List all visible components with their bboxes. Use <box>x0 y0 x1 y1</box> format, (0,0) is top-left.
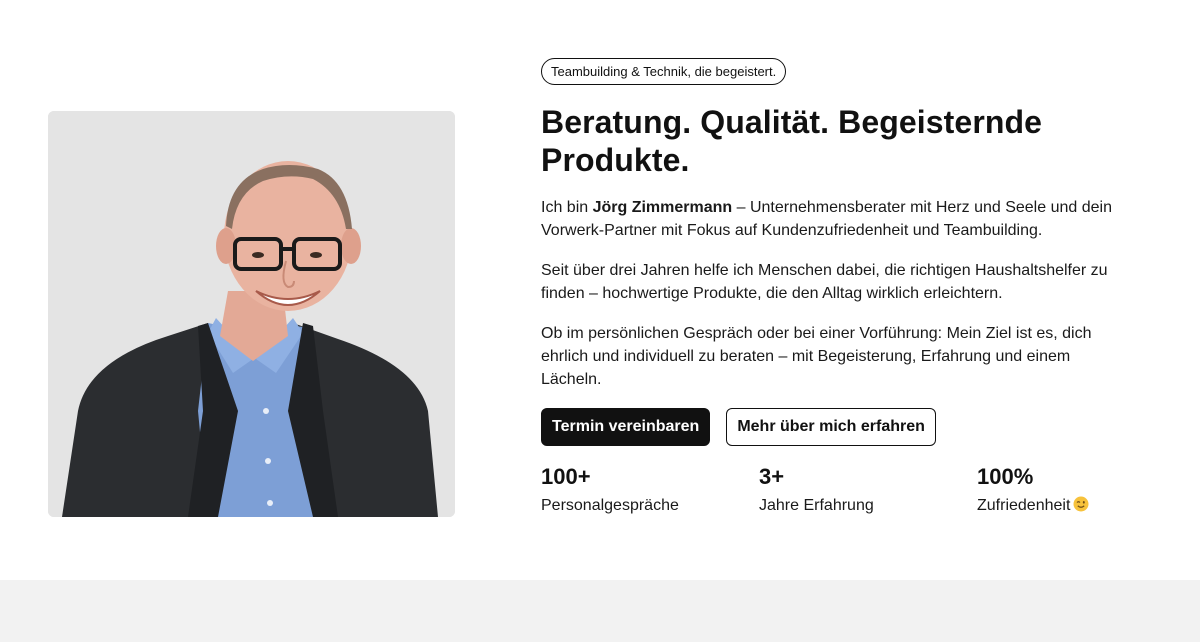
hero-content: Teambuilding & Technik, die begeistert. … <box>541 58 1141 446</box>
book-appointment-button[interactable]: Termin vereinbaren <box>541 408 711 446</box>
cta-buttons: Termin vereinbaren Mehr über mich erfahr… <box>541 408 1141 446</box>
stat-satisfaction: 100% Zufriedenheit <box>977 464 1089 516</box>
learn-more-button[interactable]: Mehr über mich erfahren <box>726 408 936 446</box>
stat-label-row: Zufriedenheit <box>977 496 1089 516</box>
intro-prefix: Ich bin <box>541 199 593 216</box>
next-section-band <box>0 580 1200 642</box>
portrait-photo <box>48 111 455 517</box>
intro-paragraph: Ich bin Jörg Zimmermann – Unternehmensbe… <box>541 196 1141 242</box>
page-title: Beratung. Qualität. Begeisternde Produkt… <box>541 104 1043 178</box>
tagline-badge: Teambuilding & Technik, die begeistert. <box>541 58 787 85</box>
stat-experience: 3+ Jahre Erfahrung <box>759 464 874 516</box>
stat-value: 100% <box>977 464 1034 489</box>
stat-label: Personalgespräche <box>541 497 679 514</box>
stat-conversations: 100+ Personalgespräche <box>541 464 679 516</box>
stats-row: 100+ Personalgespräche 3+ Jahre Erfahrun… <box>541 464 1161 524</box>
stat-label: Jahre Erfahrung <box>759 497 874 514</box>
experience-paragraph: Seit über drei Jahren helfe ich Menschen… <box>541 262 1108 302</box>
winking-face-emoji-icon <box>1073 496 1089 512</box>
portrait-illustration <box>48 111 455 517</box>
hero-section: Teambuilding & Technik, die begeistert. … <box>0 0 1200 580</box>
stat-value: 3+ <box>759 464 785 489</box>
goal-paragraph: Ob im persönlichen Gespräch oder bei ein… <box>541 325 1092 388</box>
stat-value: 100+ <box>541 464 591 489</box>
stat-label: Zufriedenheit <box>977 497 1071 514</box>
author-name: Jörg Zimmermann <box>592 199 733 216</box>
